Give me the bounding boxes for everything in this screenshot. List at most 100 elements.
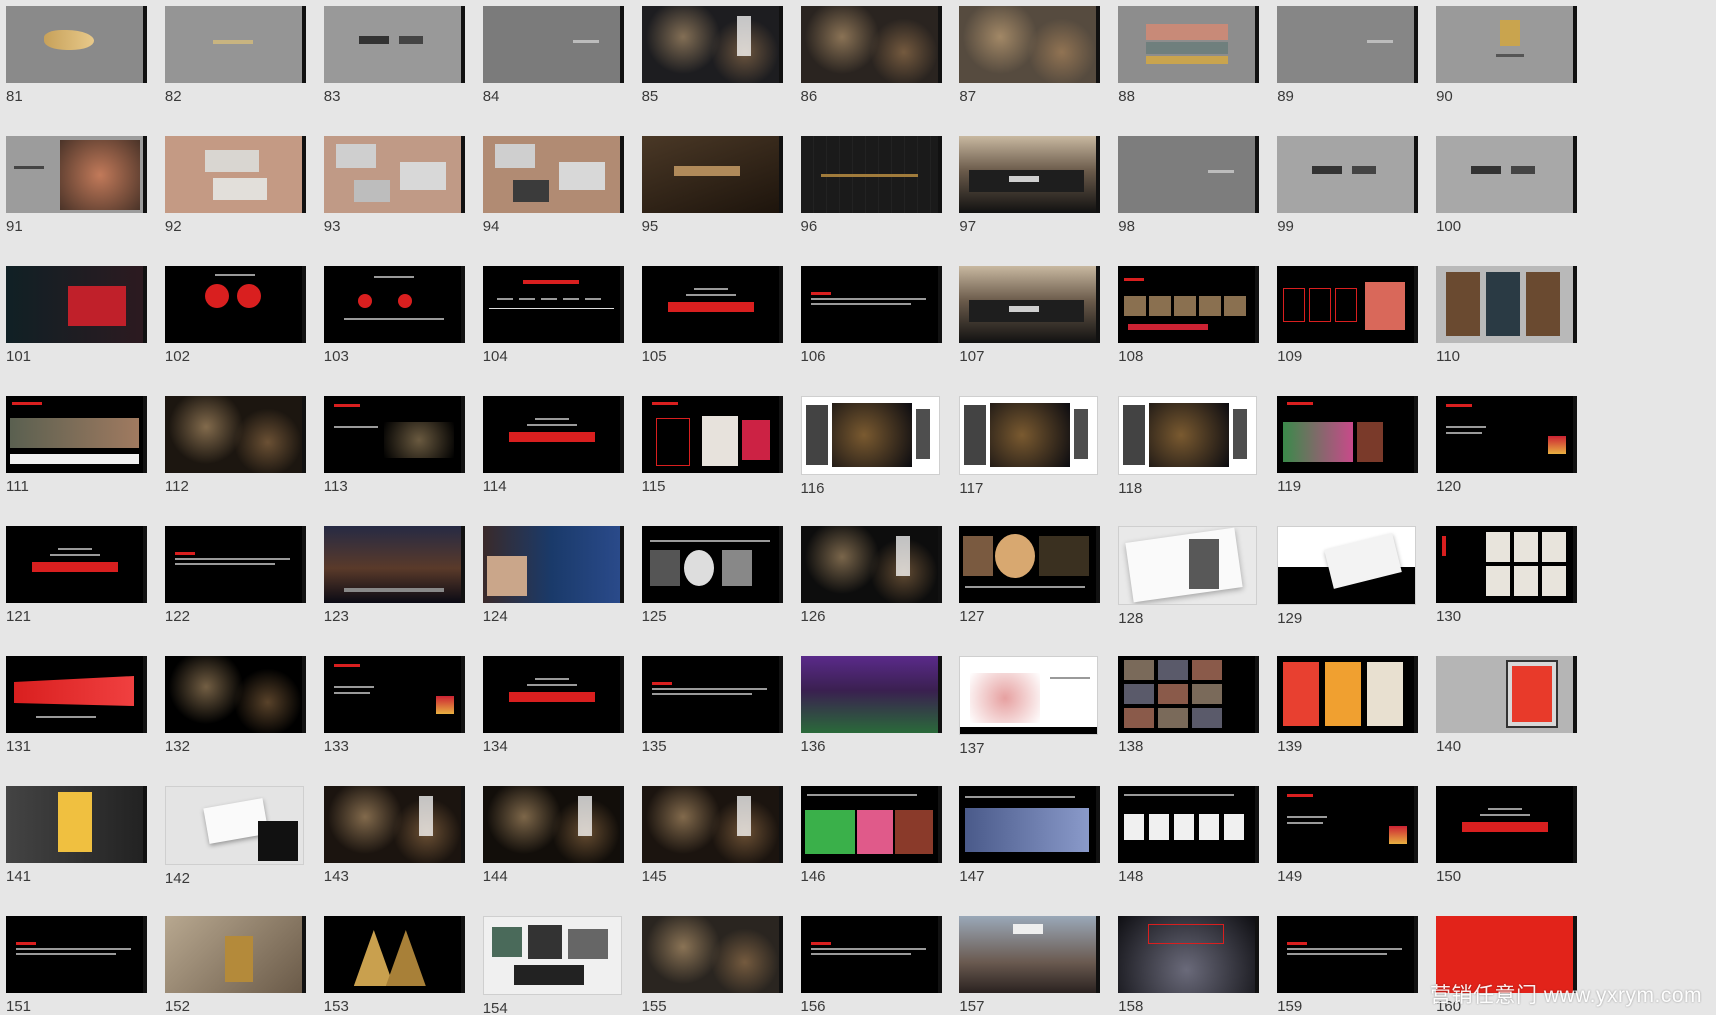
slide-thumbnail-95[interactable]: 95 [641, 136, 783, 260]
slide-thumbnail-107[interactable]: 107 [959, 266, 1101, 390]
slide-thumbnail-156[interactable]: 156 [800, 916, 942, 1015]
slide-thumbnail-144[interactable]: 144 [482, 786, 624, 910]
slide-thumbnail-154[interactable]: 154 [482, 916, 622, 1015]
slide-thumbnail-139[interactable]: 139 [1277, 656, 1419, 780]
slide-thumbnail-81[interactable]: 81 [6, 6, 147, 130]
slide-preview-image[interactable] [800, 136, 942, 213]
slide-preview-image[interactable] [959, 6, 1101, 83]
slide-preview-image[interactable] [482, 266, 624, 343]
slide-preview-image[interactable] [641, 396, 783, 473]
slide-preview-image[interactable] [164, 396, 306, 473]
slide-thumbnail-85[interactable]: 85 [641, 6, 783, 130]
slide-thumbnail-158[interactable]: 158 [1118, 916, 1260, 1015]
slide-preview-image[interactable] [959, 916, 1101, 993]
slide-preview-image[interactable] [1436, 6, 1578, 83]
slide-thumbnail-140[interactable]: 140 [1436, 656, 1578, 780]
slide-thumbnail-94[interactable]: 94 [482, 136, 624, 260]
slide-thumbnail-152[interactable]: 152 [164, 916, 306, 1015]
slide-thumbnail-142[interactable]: 142 [164, 786, 304, 910]
slide-thumbnail-122[interactable]: 122 [164, 526, 306, 650]
slide-thumbnail-127[interactable]: 127 [959, 526, 1101, 650]
slide-preview-image[interactable] [1436, 136, 1578, 213]
slide-preview-image[interactable] [6, 916, 147, 993]
slide-preview-image[interactable] [641, 786, 783, 863]
slide-thumbnail-150[interactable]: 150 [1436, 786, 1578, 910]
slide-preview-image[interactable] [482, 786, 624, 863]
slide-thumbnail-145[interactable]: 145 [641, 786, 783, 910]
slide-thumbnail-106[interactable]: 106 [800, 266, 942, 390]
slide-thumbnail-159[interactable]: 159 [1277, 916, 1419, 1015]
slide-preview-image[interactable] [164, 656, 306, 733]
slide-thumbnail-99[interactable]: 99 [1277, 136, 1419, 260]
slide-preview-image[interactable] [641, 6, 783, 83]
slide-thumbnail-108[interactable]: 108 [1118, 266, 1260, 390]
slide-preview-image[interactable] [1277, 786, 1419, 863]
slide-thumbnail-109[interactable]: 109 [1277, 266, 1419, 390]
slide-thumbnail-112[interactable]: 112 [164, 396, 306, 520]
slide-preview-image[interactable] [1277, 656, 1419, 733]
slide-preview-image[interactable] [1118, 916, 1260, 993]
slide-preview-image[interactable] [1118, 786, 1260, 863]
slide-thumbnail-133[interactable]: 133 [323, 656, 465, 780]
slide-thumbnail-136[interactable]: 136 [800, 656, 942, 780]
slide-thumbnail-130[interactable]: 130 [1436, 526, 1578, 650]
slide-thumbnail-84[interactable]: 84 [482, 6, 624, 130]
slide-preview-image[interactable] [164, 916, 306, 993]
slide-thumbnail-86[interactable]: 86 [800, 6, 942, 130]
slide-preview-image[interactable] [1118, 6, 1260, 83]
slide-preview-image[interactable] [1118, 266, 1260, 343]
slide-thumbnail-129[interactable]: 129 [1277, 526, 1417, 650]
slide-preview-image[interactable] [482, 916, 622, 995]
slide-preview-image[interactable] [482, 656, 624, 733]
slide-thumbnail-115[interactable]: 115 [641, 396, 783, 520]
slide-preview-image[interactable] [482, 6, 624, 83]
slide-thumbnail-90[interactable]: 90 [1436, 6, 1578, 130]
slide-thumbnail-88[interactable]: 88 [1118, 6, 1260, 130]
slide-preview-image[interactable] [1436, 396, 1578, 473]
slide-preview-image[interactable] [164, 6, 306, 83]
slide-preview-image[interactable] [1277, 266, 1419, 343]
slide-thumbnail-102[interactable]: 102 [164, 266, 306, 390]
slide-preview-image[interactable] [1436, 656, 1578, 733]
slide-preview-image[interactable] [323, 916, 465, 993]
slide-thumbnail-103[interactable]: 103 [323, 266, 465, 390]
slide-preview-image[interactable] [6, 656, 147, 733]
slide-preview-image[interactable] [6, 6, 147, 83]
slide-thumbnail-104[interactable]: 104 [482, 266, 624, 390]
slide-preview-image[interactable] [800, 916, 942, 993]
slide-thumbnail-125[interactable]: 125 [641, 526, 783, 650]
slide-preview-image[interactable] [800, 396, 940, 475]
slide-thumbnail-92[interactable]: 92 [164, 136, 306, 260]
slide-thumbnail-110[interactable]: 110 [1436, 266, 1578, 390]
slide-preview-image[interactable] [164, 786, 304, 865]
slide-thumbnail-123[interactable]: 123 [323, 526, 465, 650]
slide-thumbnail-143[interactable]: 143 [323, 786, 465, 910]
slide-preview-image[interactable] [6, 396, 147, 473]
slide-thumbnail-82[interactable]: 82 [164, 6, 306, 130]
slide-preview-image[interactable] [6, 266, 147, 343]
slide-thumbnail-111[interactable]: 111 [6, 396, 147, 520]
slide-preview-image[interactable] [641, 656, 783, 733]
slide-preview-image[interactable] [641, 526, 783, 603]
slide-thumbnail-137[interactable]: 137 [959, 656, 1099, 780]
slide-preview-image[interactable] [164, 266, 306, 343]
slide-preview-image[interactable] [800, 656, 942, 733]
slide-preview-image[interactable] [959, 526, 1101, 603]
slide-preview-image[interactable] [323, 396, 465, 473]
slide-preview-image[interactable] [482, 136, 624, 213]
slide-thumbnail-121[interactable]: 121 [6, 526, 147, 650]
slide-thumbnail-141[interactable]: 141 [6, 786, 147, 910]
slide-thumbnail-128[interactable]: 128 [1118, 526, 1258, 650]
slide-preview-image[interactable] [164, 136, 306, 213]
slide-thumbnail-120[interactable]: 120 [1436, 396, 1578, 520]
slide-thumbnail-98[interactable]: 98 [1118, 136, 1260, 260]
slide-thumbnail-124[interactable]: 124 [482, 526, 624, 650]
slide-preview-image[interactable] [1118, 656, 1260, 733]
slide-thumbnail-132[interactable]: 132 [164, 656, 306, 780]
slide-thumbnail-87[interactable]: 87 [959, 6, 1101, 130]
slide-preview-image[interactable] [6, 136, 147, 213]
slide-preview-image[interactable] [641, 916, 783, 993]
slide-preview-image[interactable] [1277, 6, 1419, 83]
slide-preview-image[interactable] [1277, 526, 1417, 605]
slide-preview-image[interactable] [323, 266, 465, 343]
